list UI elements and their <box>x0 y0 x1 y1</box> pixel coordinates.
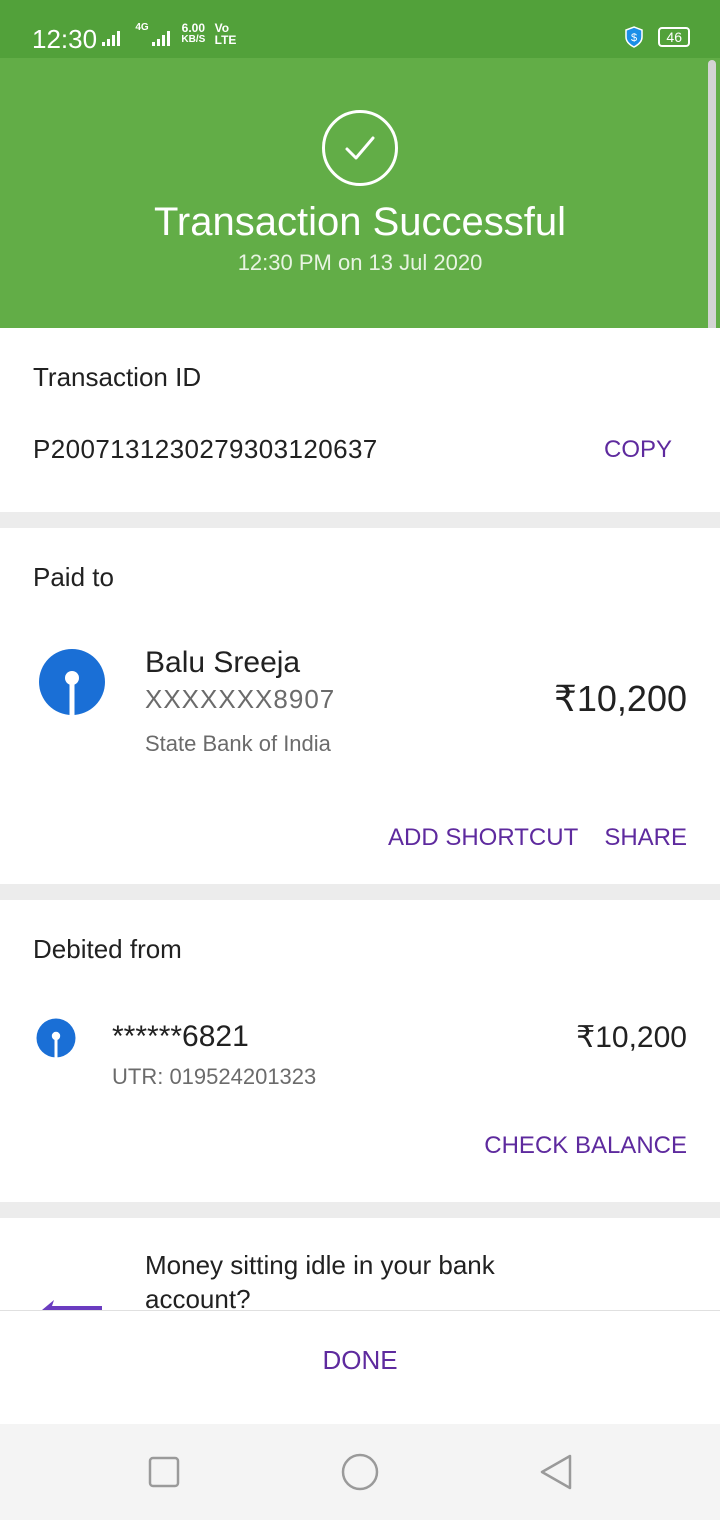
signal-icon <box>102 31 120 46</box>
status-right: $ 46 <box>624 26 690 48</box>
transaction-timestamp: 12:30 PM on 13 Jul 2020 <box>237 250 483 275</box>
success-header: Transaction Successful 12:30 PM on 13 Ju… <box>0 58 720 328</box>
volte-indicator: Vo LTE <box>214 21 237 47</box>
copy-button[interactable]: COPY <box>604 436 672 464</box>
debit-account: ******6821 <box>112 1020 249 1053</box>
debited-from-label: Debited from <box>33 934 182 964</box>
network-type: 4G <box>135 22 149 33</box>
paid-amount: ₹10,200 <box>553 678 687 719</box>
utr-number: UTR: 019524201323 <box>112 1064 317 1089</box>
shield-icon: $ <box>625 26 643 48</box>
divider <box>0 884 720 900</box>
payee-name: Balu Sreeja <box>145 646 301 679</box>
check-balance-button[interactable]: CHECK BALANCE <box>484 1132 687 1160</box>
check-circle-icon <box>322 110 398 186</box>
done-button[interactable]: DONE <box>0 1345 720 1376</box>
page-title: Transaction Successful <box>153 200 567 244</box>
transaction-id-card: Transaction ID P2007131230279303120637 C… <box>0 328 720 512</box>
promo-text: Money sitting idle in your bank account? <box>145 1250 495 1310</box>
status-bar: 12:30 4G 6.00 KB/S Vo LTE $ 46 <box>0 0 720 58</box>
sbi-logo-icon <box>36 1018 76 1058</box>
home-circle-icon[interactable] <box>340 1452 380 1492</box>
paid-to-label: Paid to <box>33 562 114 592</box>
transaction-id-label: Transaction ID <box>33 362 202 392</box>
add-shortcut-button[interactable]: ADD SHORTCUT <box>388 824 578 852</box>
debited-from-card: Debited from ******6821 UTR: 01952420132… <box>0 900 720 1202</box>
paid-to-card: Paid to Balu Sreeja XXXXXXX8907 State Ba… <box>0 528 720 884</box>
system-navigation-bar <box>0 1424 720 1520</box>
sbi-logo-icon <box>39 649 105 715</box>
divider <box>0 1202 720 1218</box>
svg-text:$: $ <box>631 32 637 44</box>
signal-icon-2 <box>152 31 171 46</box>
share-button[interactable]: SHARE <box>604 824 687 852</box>
back-triangle-icon[interactable] <box>538 1452 574 1492</box>
battery-indicator: 46 <box>658 27 690 47</box>
status-time: 12:30 <box>32 24 98 54</box>
promo-icon <box>42 1300 102 1310</box>
payee-bank: State Bank of India <box>145 731 331 756</box>
network-speed: 6.00 KB/S <box>181 21 206 45</box>
recents-square-icon[interactable] <box>148 1456 180 1488</box>
divider <box>0 512 720 528</box>
payee-account: XXXXXXX8907 <box>145 684 336 714</box>
debited-amount: ₹10,200 <box>576 1021 687 1054</box>
done-bar: DONE <box>0 1310 720 1425</box>
status-network-indicators: 4G 6.00 KB/S Vo LTE <box>102 22 249 46</box>
promo-card[interactable]: Money sitting idle in your bank account? <box>0 1218 720 1310</box>
transaction-id-value: P2007131230279303120637 <box>33 434 378 464</box>
check-icon <box>345 136 375 160</box>
